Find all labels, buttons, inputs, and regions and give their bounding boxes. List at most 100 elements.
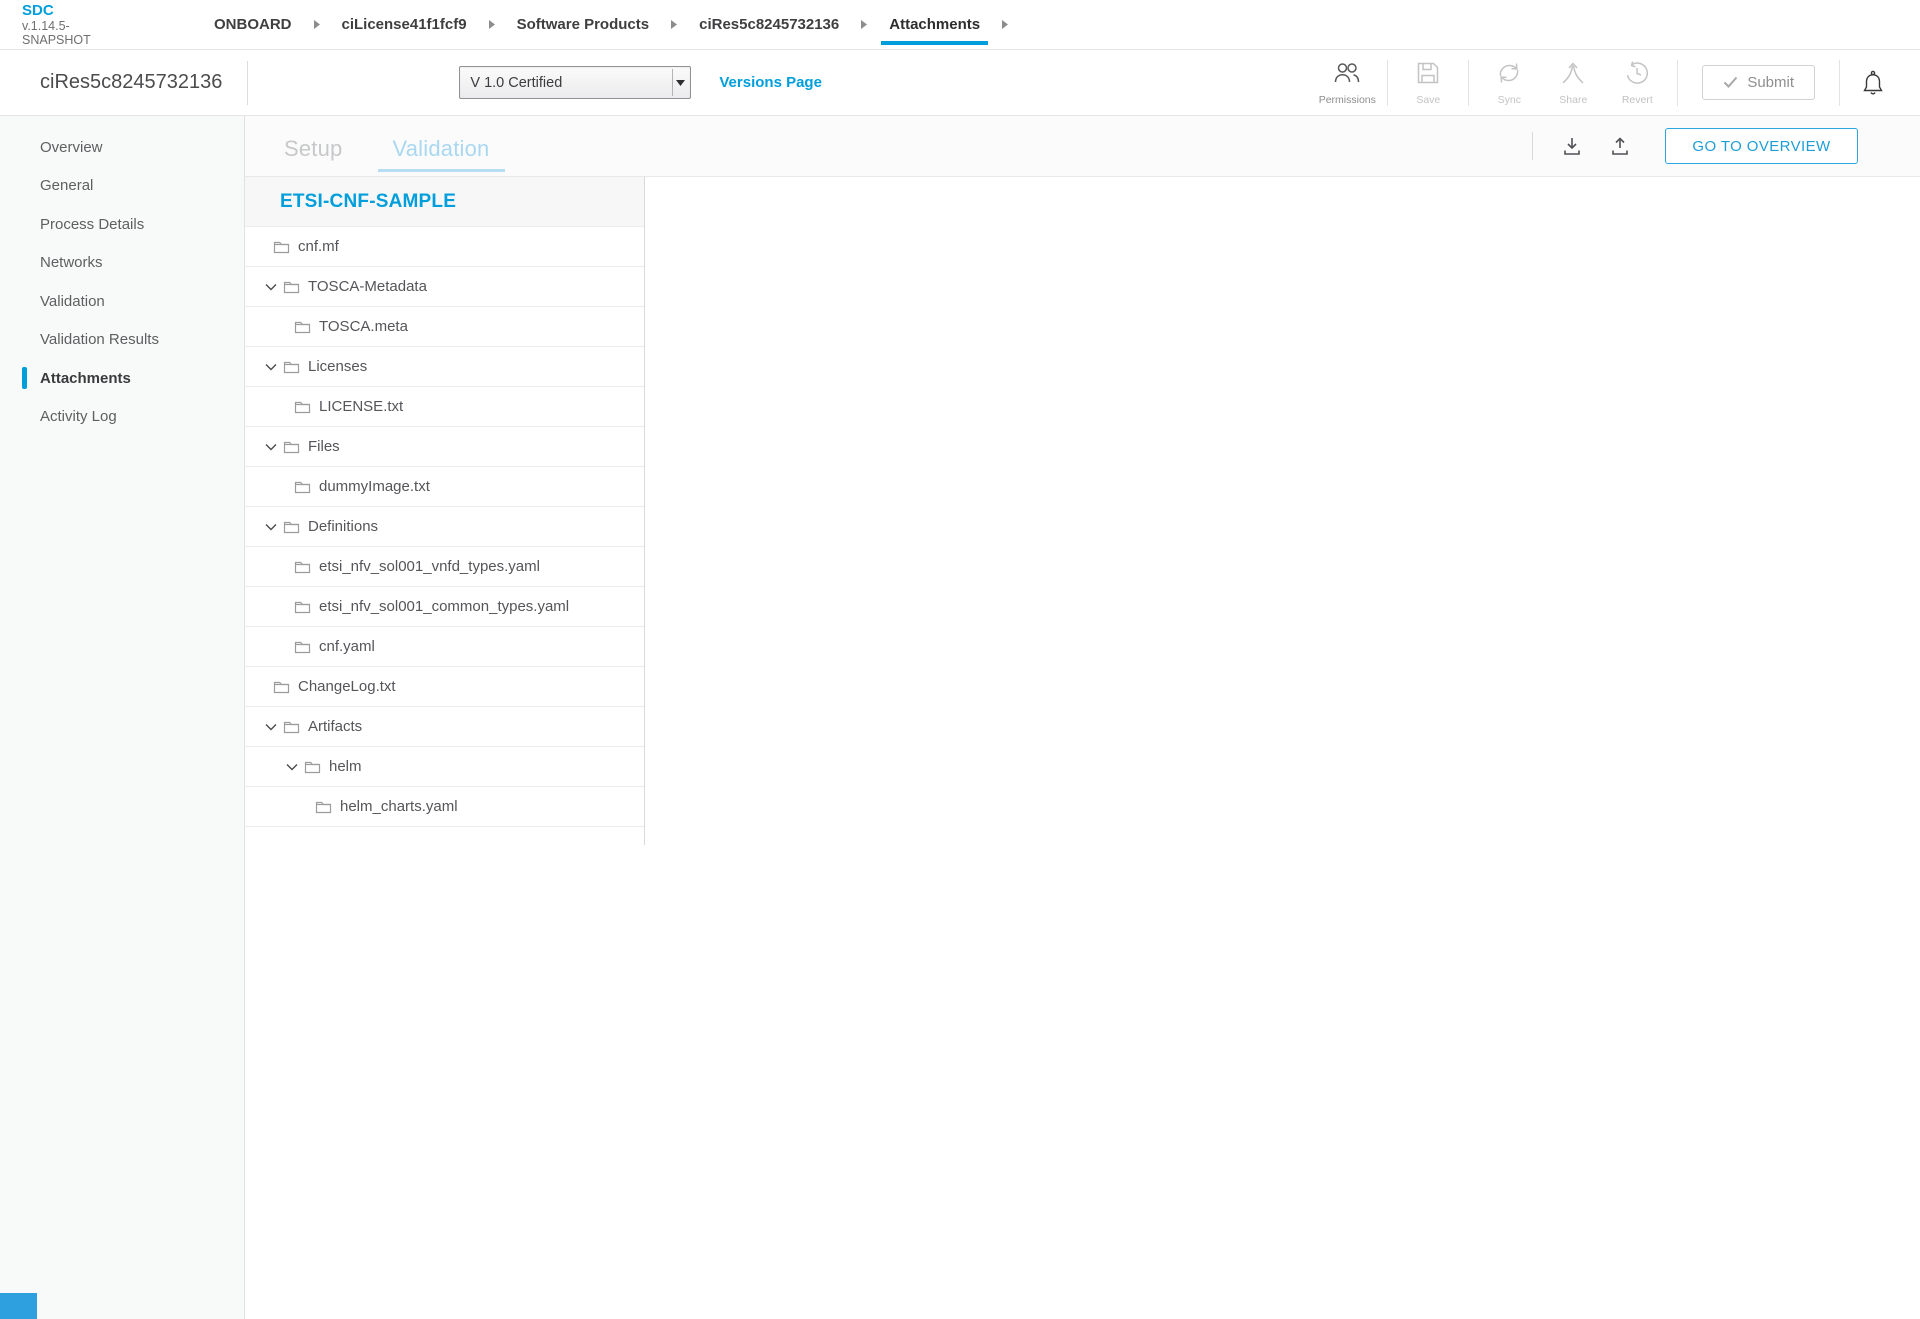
chevron-down-icon[interactable] bbox=[265, 363, 283, 371]
breadcrumb-chevron-icon bbox=[1002, 20, 1008, 29]
save-label: Save bbox=[1416, 94, 1440, 106]
tree-node-label: Definitions bbox=[308, 518, 378, 535]
sidebar-item-label: Overview bbox=[40, 139, 103, 156]
sidebar-item-label: Activity Log bbox=[40, 408, 117, 425]
folder-icon bbox=[283, 360, 300, 374]
sidebar-item-process-details[interactable]: Process Details bbox=[0, 205, 244, 244]
sidebar-item-label: Validation Results bbox=[40, 331, 159, 348]
revert-icon bbox=[1624, 60, 1650, 91]
versions-page-link[interactable]: Versions Page bbox=[719, 74, 822, 91]
breadcrumb-onboard[interactable]: ONBOARD bbox=[214, 16, 292, 33]
app-name: SDC bbox=[22, 3, 108, 19]
version-selector[interactable]: V 1.0 Certified bbox=[459, 66, 691, 99]
upload-button[interactable] bbox=[1609, 135, 1631, 157]
tree-node-cnf-yaml[interactable]: cnf.yaml bbox=[245, 627, 644, 667]
sidebar-item-label: Process Details bbox=[40, 216, 144, 233]
chevron-down-icon[interactable] bbox=[265, 723, 283, 731]
tree-node-label: helm_charts.yaml bbox=[340, 798, 458, 815]
tree-node-cnf-mf[interactable]: cnf.mf bbox=[245, 227, 644, 267]
download-icon bbox=[1561, 135, 1583, 157]
sync-button[interactable]: Sync bbox=[1477, 60, 1541, 106]
tree-node-label: etsi_nfv_sol001_common_types.yaml bbox=[319, 598, 569, 615]
tree-node-label: etsi_nfv_sol001_vnfd_types.yaml bbox=[319, 558, 540, 575]
breadcrumb-chevron-icon bbox=[489, 20, 495, 29]
tree-node-tosca-metadata[interactable]: TOSCA-Metadata bbox=[245, 267, 644, 307]
folder-icon bbox=[283, 520, 300, 534]
breadcrumb-license[interactable]: ciLicense41f1fcf9 bbox=[342, 16, 467, 33]
sidebar-item-networks[interactable]: Networks bbox=[0, 244, 244, 283]
sync-label: Sync bbox=[1498, 94, 1521, 106]
chevron-down-icon[interactable] bbox=[286, 763, 304, 771]
tree-node-label: Licenses bbox=[308, 358, 367, 375]
tree-node-label: TOSCA.meta bbox=[319, 318, 408, 335]
breadcrumb: ONBOARD ciLicense41f1fcf9 Software Produ… bbox=[214, 16, 1030, 33]
actions-divider bbox=[1839, 60, 1840, 106]
breadcrumb-resource[interactable]: ciRes5c8245732136 bbox=[699, 16, 839, 33]
tree-node-label: ChangeLog.txt bbox=[298, 678, 396, 695]
folder-icon bbox=[273, 680, 290, 694]
tab-bar-actions: GO TO OVERVIEW bbox=[1532, 128, 1858, 164]
version-selected-value: V 1.0 Certified bbox=[470, 75, 562, 91]
sdc-logo[interactable]: SDC v.1.14.5-SNAPSHOT bbox=[22, 3, 108, 47]
chevron-down-icon[interactable] bbox=[265, 443, 283, 451]
save-button[interactable]: Save bbox=[1396, 60, 1460, 106]
folder-icon bbox=[294, 600, 311, 614]
tree-node-definitions[interactable]: Definitions bbox=[245, 507, 644, 547]
folder-icon bbox=[304, 760, 321, 774]
sidebar-item-validation-results[interactable]: Validation Results bbox=[0, 321, 244, 360]
actions-divider bbox=[1468, 60, 1469, 106]
folder-icon bbox=[294, 400, 311, 414]
tree-node-dummyimage-txt[interactable]: dummyImage.txt bbox=[245, 467, 644, 507]
sidebar-item-attachments[interactable]: Attachments bbox=[0, 359, 244, 398]
tree-node-helm-charts-yaml[interactable]: helm_charts.yaml bbox=[245, 787, 644, 827]
breadcrumb-attachments[interactable]: Attachments bbox=[889, 16, 980, 33]
download-button[interactable] bbox=[1561, 135, 1583, 157]
sidebar-item-label: Validation bbox=[40, 293, 105, 310]
tree-node-label: cnf.mf bbox=[298, 238, 339, 255]
active-indicator-bar bbox=[22, 367, 27, 389]
tree-node-artifacts[interactable]: Artifacts bbox=[245, 707, 644, 747]
breadcrumb-software-products[interactable]: Software Products bbox=[517, 16, 650, 33]
permissions-icon bbox=[1332, 60, 1362, 91]
tree-node-vnfd-types[interactable]: etsi_nfv_sol001_vnfd_types.yaml bbox=[245, 547, 644, 587]
page-body: Overview General Process Details Network… bbox=[0, 116, 1920, 1319]
upload-icon bbox=[1609, 135, 1631, 157]
notifications-bell-button[interactable] bbox=[1860, 69, 1886, 97]
tree-node-label: Artifacts bbox=[308, 718, 362, 735]
sidebar-item-validation[interactable]: Validation bbox=[0, 282, 244, 321]
tab-validation[interactable]: Validation bbox=[378, 122, 505, 172]
tree-node-changelog-txt[interactable]: ChangeLog.txt bbox=[245, 667, 644, 707]
submit-button[interactable]: Submit bbox=[1702, 65, 1815, 100]
tree-node-files[interactable]: Files bbox=[245, 427, 644, 467]
tree-node-label: TOSCA-Metadata bbox=[308, 278, 427, 295]
permissions-button[interactable]: Permissions bbox=[1315, 60, 1379, 106]
bottom-left-marker bbox=[0, 1293, 37, 1319]
go-to-overview-button[interactable]: GO TO OVERVIEW bbox=[1665, 128, 1858, 164]
actions-divider bbox=[1387, 60, 1388, 106]
tree-node-license-txt[interactable]: LICENSE.txt bbox=[245, 387, 644, 427]
tree-node-licenses[interactable]: Licenses bbox=[245, 347, 644, 387]
header-divider bbox=[247, 61, 248, 105]
header-actions: Permissions Save bbox=[1315, 60, 1886, 106]
folder-icon bbox=[294, 320, 311, 334]
sidebar: Overview General Process Details Network… bbox=[0, 116, 245, 1319]
sidebar-item-activity-log[interactable]: Activity Log bbox=[0, 398, 244, 437]
tree-title: ETSI-CNF-SAMPLE bbox=[245, 177, 644, 227]
save-icon bbox=[1415, 60, 1441, 91]
share-button[interactable]: Share bbox=[1541, 60, 1605, 106]
tree-node-common-types[interactable]: etsi_nfv_sol001_common_types.yaml bbox=[245, 587, 644, 627]
folder-icon bbox=[294, 480, 311, 494]
chevron-down-icon[interactable] bbox=[265, 283, 283, 291]
sidebar-item-overview[interactable]: Overview bbox=[0, 128, 244, 167]
sidebar-item-general[interactable]: General bbox=[0, 167, 244, 206]
revert-button[interactable]: Revert bbox=[1605, 60, 1669, 106]
main-area: Setup Validation GO TO OVERVIEW bbox=[245, 116, 1920, 1319]
toolbar-divider bbox=[1532, 132, 1533, 160]
tree-node-tosca-meta[interactable]: TOSCA.meta bbox=[245, 307, 644, 347]
permissions-label: Permissions bbox=[1319, 94, 1376, 106]
share-label: Share bbox=[1559, 94, 1587, 106]
tab-setup[interactable]: Setup bbox=[269, 122, 358, 172]
app-version: v.1.14.5-SNAPSHOT bbox=[22, 19, 108, 47]
chevron-down-icon[interactable] bbox=[265, 523, 283, 531]
tree-node-helm[interactable]: helm bbox=[245, 747, 644, 787]
